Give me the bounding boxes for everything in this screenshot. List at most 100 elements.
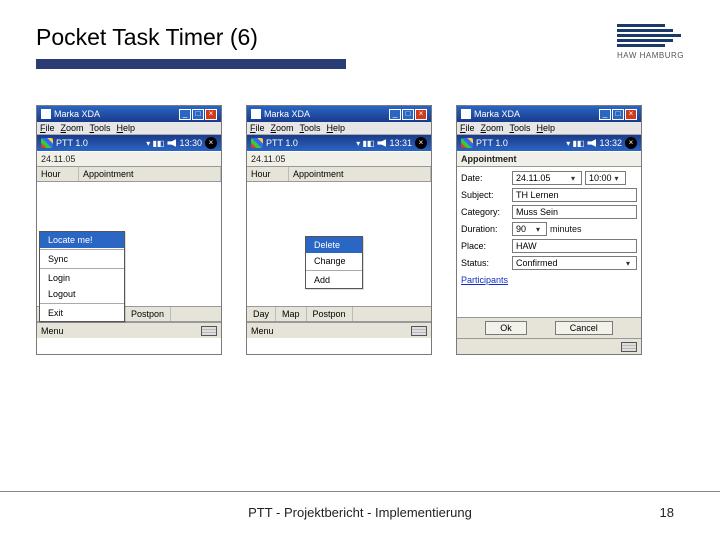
col-hour[interactable]: Hour <box>37 167 79 181</box>
menu-tools[interactable]: Tools <box>90 123 111 133</box>
category-field[interactable]: Muss Sein <box>512 205 637 219</box>
speaker-icon <box>377 139 386 147</box>
list-area[interactable]: Delete Change Add <box>247 182 431 306</box>
app-close-icon[interactable]: × <box>625 137 637 149</box>
list-header: Hour Appointment <box>247 167 431 182</box>
menu-file[interactable]: File <box>40 123 55 133</box>
start-flag-icon[interactable] <box>251 138 263 148</box>
emulator-menubar[interactable]: File Zoom Tools Help <box>457 122 641 135</box>
window-icon <box>461 109 471 119</box>
menu-item-exit[interactable]: Exit <box>40 305 124 321</box>
menu-tools[interactable]: Tools <box>300 123 321 133</box>
clock: 13:32 <box>599 138 622 148</box>
list-area[interactable]: Locate me! Sync Login Logout Exit <box>37 182 221 306</box>
menu-zoom[interactable]: Zoom <box>481 123 504 133</box>
window-titlebar[interactable]: Marka XDA _ □ × <box>37 106 221 122</box>
menu-file[interactable]: File <box>250 123 265 133</box>
softkey-menu[interactable]: Menu <box>41 326 64 336</box>
menu-item-login[interactable]: Login <box>40 270 124 286</box>
emulator-window-3: Marka XDA _ □ × File Zoom Tools Help PTT… <box>456 105 642 355</box>
tab-map[interactable]: Map <box>276 307 307 321</box>
window-title-text: Marka XDA <box>54 109 100 119</box>
device-taskbar[interactable]: PTT 1.0 ▾ ▮◧ 13:31 × <box>247 135 431 151</box>
softkey-menu[interactable]: Menu <box>251 326 274 336</box>
form-title: Appointment <box>457 151 641 167</box>
lbl-status: Status: <box>461 258 509 268</box>
place-field[interactable]: HAW <box>512 239 637 253</box>
date-bar[interactable]: 24.11.05 <box>37 151 221 167</box>
device-taskbar[interactable]: PTT 1.0 ▾ ▮◧ 13:30 × <box>37 135 221 151</box>
window-titlebar[interactable]: Marka XDA _ □ × <box>457 106 641 122</box>
close-button[interactable]: × <box>415 109 427 120</box>
minimize-button[interactable]: _ <box>179 109 191 120</box>
chevron-down-icon[interactable]: ▾ <box>623 259 633 268</box>
col-appointment[interactable]: Appointment <box>289 167 431 181</box>
window-title-text: Marka XDA <box>264 109 310 119</box>
keyboard-icon[interactable] <box>201 326 217 336</box>
date-bar[interactable]: 24.11.05 <box>247 151 431 167</box>
tab-postpone[interactable]: Postpon <box>125 307 171 321</box>
lbl-category: Category: <box>461 207 509 217</box>
chevron-down-icon[interactable]: ▾ <box>612 174 622 183</box>
window-titlebar[interactable]: Marka XDA _ □ × <box>247 106 431 122</box>
status-field[interactable]: Confirmed▾ <box>512 256 637 270</box>
app-title: PTT 1.0 <box>476 138 508 148</box>
menu-help[interactable]: Help <box>117 123 136 133</box>
maximize-button[interactable]: □ <box>612 109 624 120</box>
duration-field[interactable]: 90▾ <box>512 222 547 236</box>
close-button[interactable]: × <box>205 109 217 120</box>
app-title: PTT 1.0 <box>56 138 88 148</box>
start-flag-icon[interactable] <box>41 138 53 148</box>
maximize-button[interactable]: □ <box>402 109 414 120</box>
menu-help[interactable]: Help <box>537 123 556 133</box>
app-close-icon[interactable]: × <box>415 137 427 149</box>
tab-postpone[interactable]: Postpon <box>307 307 353 321</box>
keyboard-icon[interactable] <box>621 342 637 352</box>
device-softkeybar: Menu <box>247 322 431 338</box>
minimize-button[interactable]: _ <box>599 109 611 120</box>
ctx-add[interactable]: Add <box>306 272 362 288</box>
menu-file[interactable]: File <box>460 123 475 133</box>
cancel-button[interactable]: Cancel <box>555 321 613 335</box>
lbl-date: Date: <box>461 173 509 183</box>
participants-link[interactable]: Participants <box>461 275 637 285</box>
main-menu-popup: Locate me! Sync Login Logout Exit <box>39 231 125 322</box>
col-hour[interactable]: Hour <box>247 167 289 181</box>
slide-title: Pocket Task Timer (6) <box>36 24 346 51</box>
logo-label: HAW HAMBURG <box>617 51 684 60</box>
ctx-change[interactable]: Change <box>306 253 362 269</box>
duration-unit: minutes <box>550 224 582 234</box>
app-title: PTT 1.0 <box>266 138 298 148</box>
chevron-down-icon[interactable]: ▾ <box>568 174 578 183</box>
device-softkeybar <box>457 338 641 354</box>
window-icon <box>41 109 51 119</box>
emulator-menubar[interactable]: File Zoom Tools Help <box>247 122 431 135</box>
start-flag-icon[interactable] <box>461 138 473 148</box>
menu-item-locate[interactable]: Locate me! <box>40 232 124 248</box>
lbl-subject: Subject: <box>461 190 509 200</box>
menu-help[interactable]: Help <box>327 123 346 133</box>
subject-field[interactable]: TH Lernen <box>512 188 637 202</box>
menu-tools[interactable]: Tools <box>510 123 531 133</box>
emulator-menubar[interactable]: File Zoom Tools Help <box>37 122 221 135</box>
ctx-delete[interactable]: Delete <box>306 237 362 253</box>
col-appointment[interactable]: Appointment <box>79 167 221 181</box>
chevron-down-icon[interactable]: ▾ <box>533 225 543 234</box>
tab-day[interactable]: Day <box>247 307 276 321</box>
menu-zoom[interactable]: Zoom <box>61 123 84 133</box>
close-button[interactable]: × <box>625 109 637 120</box>
time-field[interactable]: 10:00▾ <box>585 171 626 185</box>
date-field[interactable]: 24.11.05▾ <box>512 171 582 185</box>
ok-button[interactable]: Ok <box>485 321 527 335</box>
signal-icon: ▾ ▮◧ <box>356 139 374 148</box>
keyboard-icon[interactable] <box>411 326 427 336</box>
signal-icon: ▾ ▮◧ <box>566 139 584 148</box>
page-number: 18 <box>660 505 674 520</box>
menu-zoom[interactable]: Zoom <box>271 123 294 133</box>
menu-item-sync[interactable]: Sync <box>40 251 124 267</box>
minimize-button[interactable]: _ <box>389 109 401 120</box>
maximize-button[interactable]: □ <box>192 109 204 120</box>
menu-item-logout[interactable]: Logout <box>40 286 124 302</box>
app-close-icon[interactable]: × <box>205 137 217 149</box>
device-taskbar[interactable]: PTT 1.0 ▾ ▮◧ 13:32 × <box>457 135 641 151</box>
